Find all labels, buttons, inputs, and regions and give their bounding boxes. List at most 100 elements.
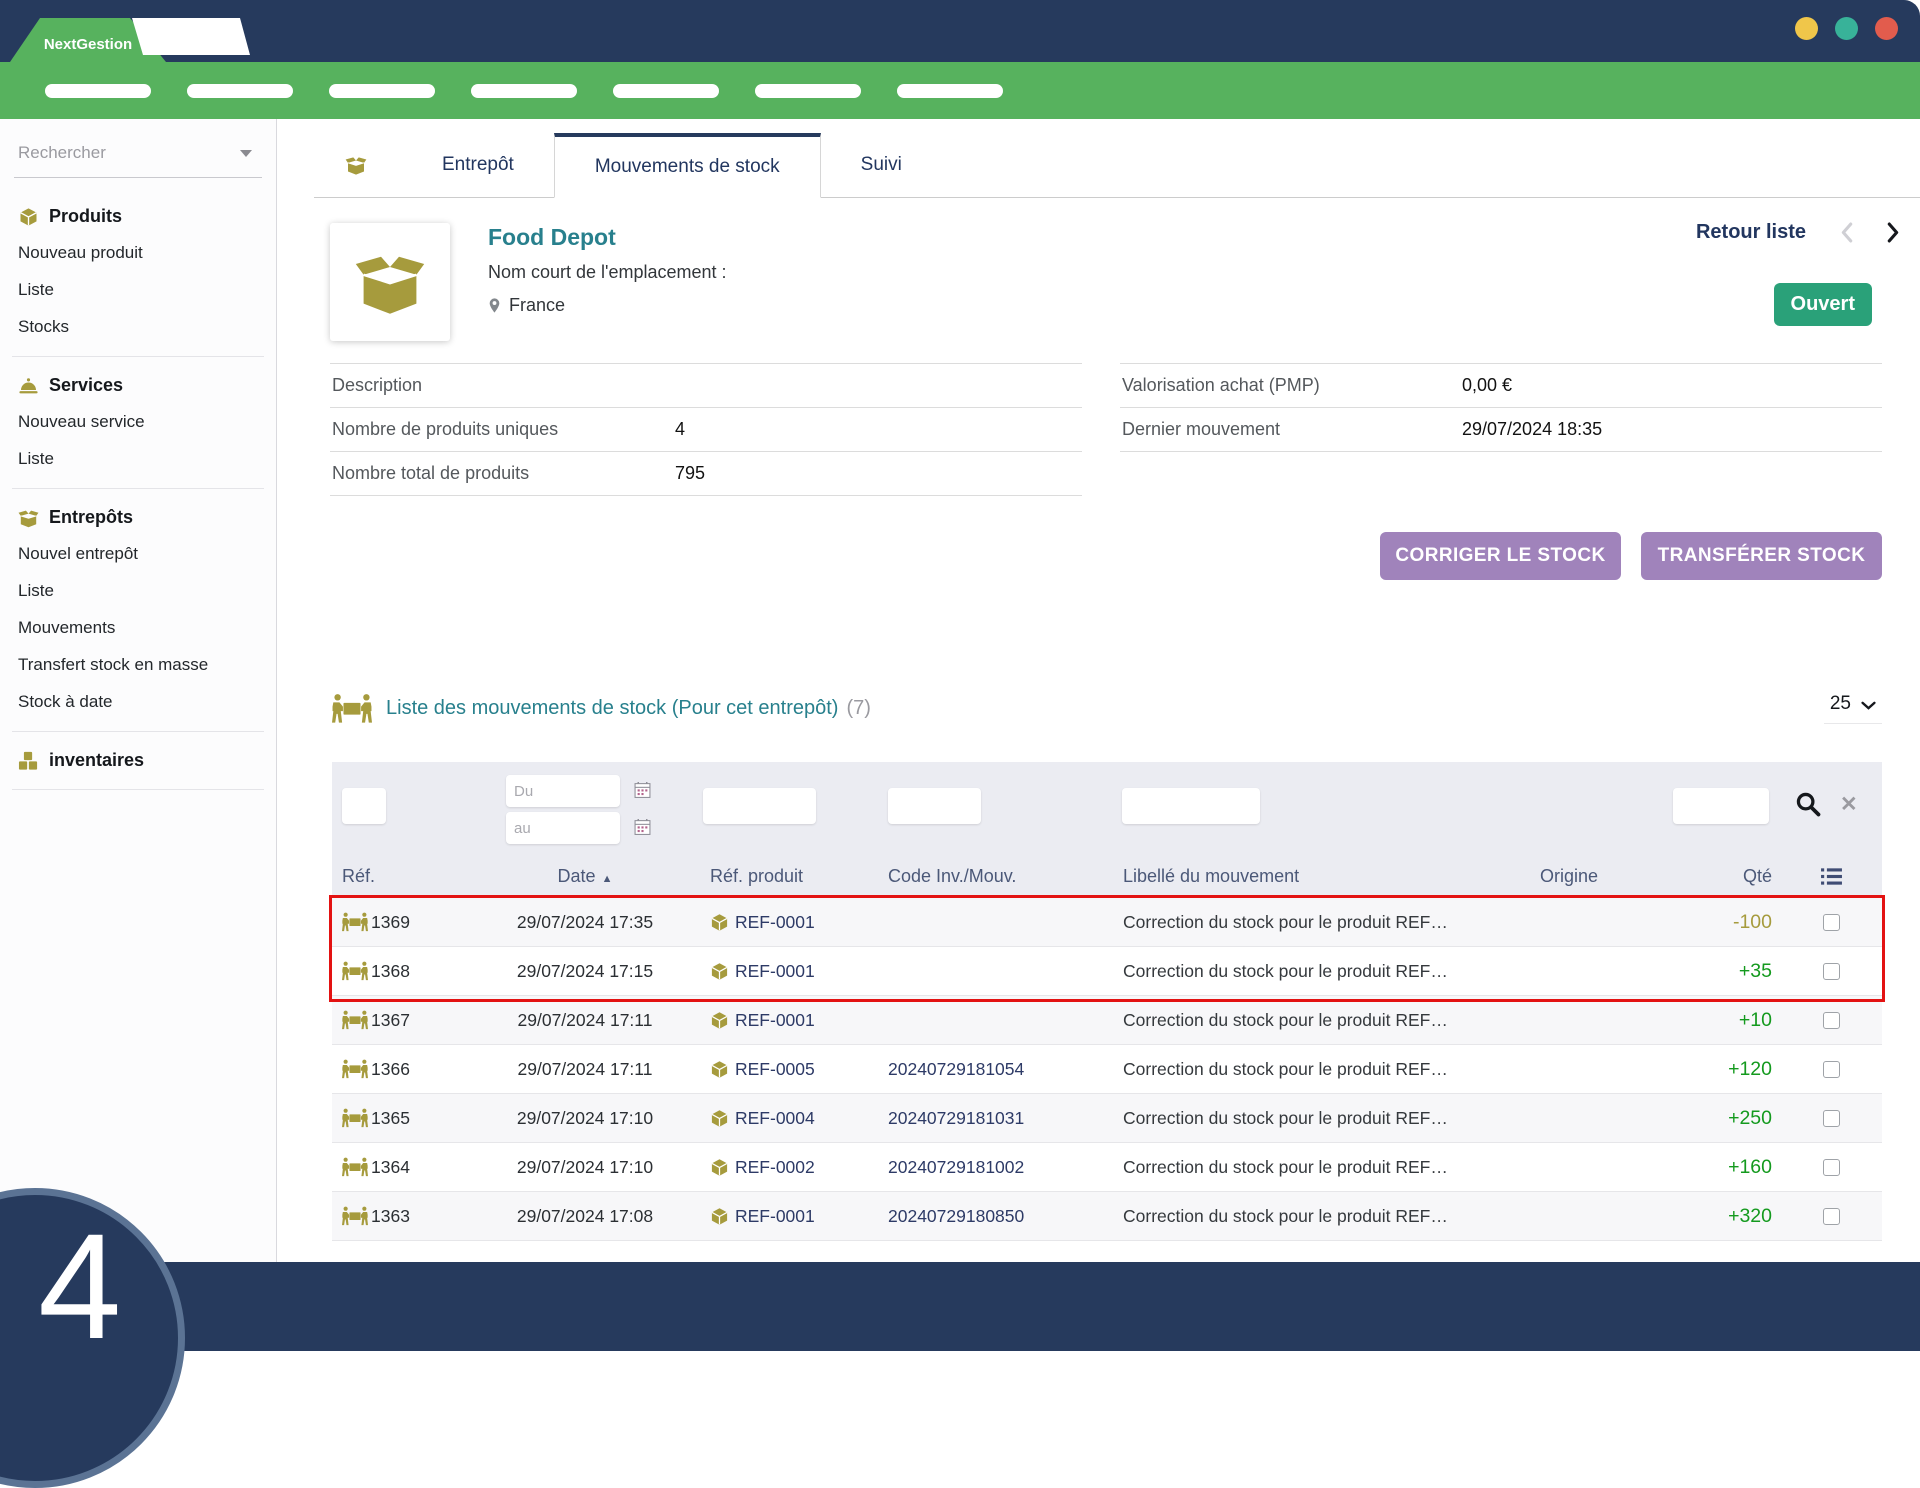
product-ref-link[interactable]: REF-0002 bbox=[690, 1157, 880, 1178]
column-header[interactable]: Code Inv./Mouv. bbox=[880, 866, 1105, 887]
carry-box-icon bbox=[342, 1010, 368, 1030]
services-cloche-icon bbox=[18, 376, 39, 396]
movement-ref: 1364 bbox=[332, 1157, 480, 1178]
status-open-button[interactable]: Ouvert bbox=[1774, 283, 1872, 326]
chevron-down-icon[interactable] bbox=[240, 150, 252, 157]
sidebar-section-header[interactable]: inventaires bbox=[12, 736, 264, 779]
detail-row: Valorisation achat (PMP)0,00 € bbox=[1120, 364, 1882, 408]
row-checkbox[interactable] bbox=[1823, 1159, 1840, 1176]
column-header[interactable]: Origine bbox=[1500, 866, 1660, 887]
minimize-button[interactable] bbox=[1795, 17, 1818, 40]
column-options bbox=[1780, 867, 1882, 886]
sidebar-item[interactable]: Liste bbox=[12, 272, 264, 309]
row-checkbox[interactable] bbox=[1823, 1110, 1840, 1127]
search-icon[interactable] bbox=[1794, 790, 1822, 818]
table-row[interactable]: 136829/07/2024 17:15REF-0001Correction d… bbox=[332, 947, 1882, 996]
movement-code: 20240729181031 bbox=[880, 1108, 1105, 1129]
carry-box-icon bbox=[342, 912, 368, 932]
column-header[interactable]: Qté bbox=[1660, 866, 1780, 887]
close-button[interactable] bbox=[1875, 17, 1898, 40]
sidebar-item[interactable]: Liste bbox=[12, 573, 264, 610]
transfer-stock-button[interactable]: TRANSFÉRER STOCK bbox=[1641, 532, 1882, 580]
product-ref-link[interactable]: REF-0001 bbox=[690, 1010, 880, 1031]
tab[interactable]: Entrepôt bbox=[402, 133, 554, 197]
page-size-value: 25 bbox=[1830, 693, 1851, 715]
table-row[interactable]: 136429/07/2024 17:10REF-0002202407291810… bbox=[332, 1143, 1882, 1192]
product-box-icon bbox=[710, 1158, 729, 1177]
product-ref-link[interactable]: REF-0005 bbox=[690, 1059, 880, 1080]
column-header[interactable]: Libellé du mouvement bbox=[1105, 866, 1500, 887]
column-header[interactable]: Date▲ bbox=[480, 866, 690, 887]
sidebar-item[interactable]: Nouvel entrepôt bbox=[12, 536, 264, 573]
correct-stock-button[interactable]: CORRIGER LE STOCK bbox=[1380, 532, 1621, 580]
column-header[interactable]: Réf. produit bbox=[690, 866, 880, 887]
nav-pill[interactable] bbox=[187, 84, 293, 98]
table-row[interactable]: 136929/07/2024 17:35REF-0001Correction d… bbox=[332, 898, 1882, 947]
table-row[interactable]: 136329/07/2024 17:08REF-0001202407291808… bbox=[332, 1192, 1882, 1241]
sidebar-section-header[interactable]: Services bbox=[12, 361, 264, 404]
list-icon[interactable] bbox=[1820, 867, 1843, 886]
nav-pill[interactable] bbox=[755, 84, 861, 98]
row-checkbox[interactable] bbox=[1823, 1208, 1840, 1225]
page-size-select[interactable]: 25 bbox=[1824, 693, 1882, 724]
movements-count-badge: (7) bbox=[846, 697, 870, 720]
nav-pill[interactable] bbox=[471, 84, 577, 98]
tab[interactable]: Suivi bbox=[821, 133, 942, 197]
movement-code: 20240729181002 bbox=[880, 1157, 1105, 1178]
back-to-list-link[interactable]: Retour liste bbox=[1696, 221, 1806, 244]
filter-qty-input[interactable] bbox=[1673, 788, 1769, 824]
chevron-left-icon[interactable] bbox=[1840, 222, 1853, 243]
row-select bbox=[1780, 914, 1882, 931]
row-checkbox[interactable] bbox=[1823, 1012, 1840, 1029]
row-checkbox[interactable] bbox=[1823, 914, 1840, 931]
nav-pill[interactable] bbox=[45, 84, 151, 98]
sidebar-item[interactable]: Mouvements bbox=[12, 610, 264, 647]
row-checkbox[interactable] bbox=[1823, 963, 1840, 980]
row-select bbox=[1780, 1061, 1882, 1078]
warehouse-image-card bbox=[330, 223, 450, 341]
detail-row: Nombre total de produits795 bbox=[330, 452, 1082, 496]
chevron-right-icon[interactable] bbox=[1887, 222, 1900, 243]
product-ref-link[interactable]: REF-0001 bbox=[690, 961, 880, 982]
column-header[interactable]: Réf. bbox=[332, 866, 480, 887]
sidebar-item[interactable]: Nouveau produit bbox=[12, 235, 264, 272]
filter-product-input[interactable] bbox=[703, 788, 816, 824]
movement-qty: +120 bbox=[1660, 1058, 1780, 1081]
sidebar-item[interactable]: Liste bbox=[12, 441, 264, 478]
filter-date-from-input[interactable] bbox=[506, 775, 620, 807]
clear-filters-icon[interactable]: ✕ bbox=[1840, 792, 1858, 817]
table-row[interactable]: 136529/07/2024 17:10REF-0004202407291810… bbox=[332, 1094, 1882, 1143]
filter-date-to-input[interactable] bbox=[506, 812, 620, 844]
sidebar-item[interactable]: Transfert stock en masse bbox=[12, 647, 264, 684]
maximize-button[interactable] bbox=[1835, 17, 1858, 40]
calendar-icon[interactable] bbox=[634, 781, 651, 799]
filter-code-input[interactable] bbox=[888, 788, 981, 824]
sidebar-section-header[interactable]: Produits bbox=[12, 192, 264, 235]
row-checkbox[interactable] bbox=[1823, 1061, 1840, 1078]
filter-label-input[interactable] bbox=[1122, 788, 1260, 824]
sidebar-item[interactable]: Nouveau service bbox=[12, 404, 264, 441]
table-row[interactable]: 136629/07/2024 17:11REF-0005202407291810… bbox=[332, 1045, 1882, 1094]
sidebar-item[interactable]: Stocks bbox=[12, 309, 264, 346]
tab[interactable]: Mouvements de stock bbox=[554, 133, 821, 198]
nav-pill[interactable] bbox=[613, 84, 719, 98]
table-header-row: Réf.Date▲Réf. produitCode Inv./Mouv.Libe… bbox=[332, 855, 1882, 898]
filter-ref-input[interactable] bbox=[342, 788, 386, 824]
calendar-icon[interactable] bbox=[634, 818, 651, 836]
detail-row: Nombre de produits uniques4 bbox=[330, 408, 1082, 452]
search-input[interactable] bbox=[18, 143, 240, 163]
sidebar-section-label: Entrepôts bbox=[49, 507, 133, 528]
nav-pill[interactable] bbox=[897, 84, 1003, 98]
product-ref-link[interactable]: REF-0001 bbox=[690, 912, 880, 933]
sidebar-item[interactable]: Stock à date bbox=[12, 684, 264, 721]
sidebar-section-header[interactable]: Entrepôts bbox=[12, 493, 264, 536]
table-filter-row: ✕ bbox=[332, 762, 1882, 855]
product-ref-link[interactable]: REF-0001 bbox=[690, 1206, 880, 1227]
warehouse-open-box-icon bbox=[18, 508, 39, 528]
carry-box-icon bbox=[332, 693, 372, 724]
nav-pill[interactable] bbox=[329, 84, 435, 98]
table-row[interactable]: 136729/07/2024 17:11REF-0001Correction d… bbox=[332, 996, 1882, 1045]
movement-qty: +250 bbox=[1660, 1107, 1780, 1130]
sidebar-search[interactable] bbox=[14, 139, 262, 178]
product-ref-link[interactable]: REF-0004 bbox=[690, 1108, 880, 1129]
